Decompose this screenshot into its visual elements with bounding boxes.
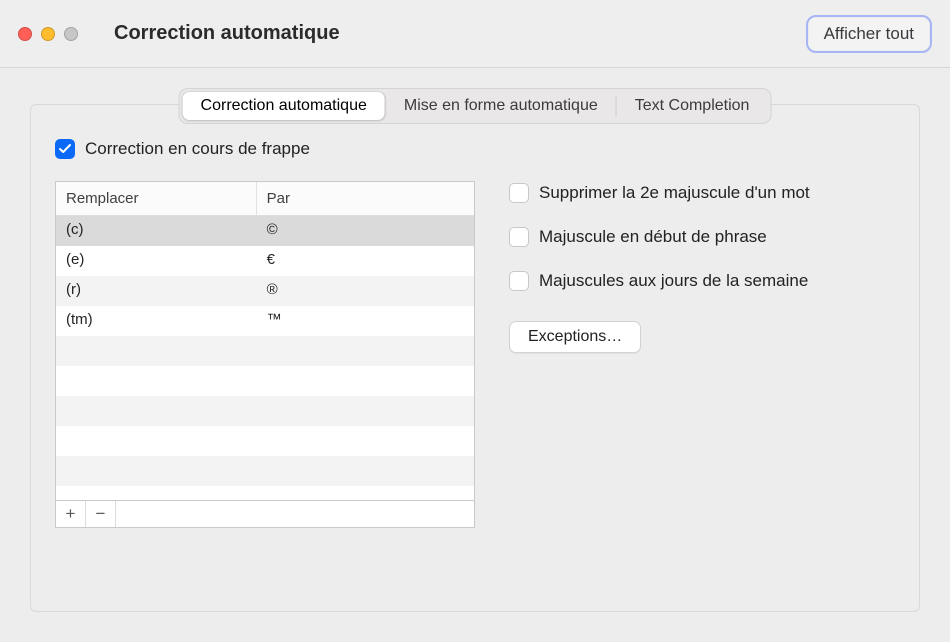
days-cap-checkbox[interactable]: Majuscules aux jours de la semaine [509, 271, 895, 291]
exceptions-button[interactable]: Exceptions… [509, 321, 641, 353]
cell-by [257, 456, 474, 486]
title-bar: Correction automatique Afficher tout [0, 0, 950, 68]
cell-by: © [257, 216, 474, 246]
cell-replace: (r) [56, 276, 257, 306]
table-row[interactable] [56, 426, 474, 456]
show-all-button[interactable]: Afficher tout [806, 15, 932, 53]
checkbox-icon [509, 271, 529, 291]
cell-by [257, 366, 474, 396]
table-row[interactable] [56, 486, 474, 500]
cell-replace [56, 486, 257, 500]
zoom-window-icon[interactable] [64, 27, 78, 41]
table-row[interactable] [56, 456, 474, 486]
checkbox-icon [55, 139, 75, 159]
tab-text-completion[interactable]: Text Completion [617, 92, 768, 120]
table-footer: + − [55, 501, 475, 528]
table-row[interactable] [56, 366, 474, 396]
cell-replace [56, 396, 257, 426]
table-row[interactable] [56, 396, 474, 426]
days-cap-label: Majuscules aux jours de la semaine [539, 271, 808, 291]
cell-by [257, 426, 474, 456]
minimize-window-icon[interactable] [41, 27, 55, 41]
cell-by [257, 486, 474, 500]
table-row[interactable]: (c)© [56, 216, 474, 246]
sentence-cap-label: Majuscule en début de phrase [539, 227, 767, 247]
cell-replace [56, 456, 257, 486]
cell-replace: (c) [56, 216, 257, 246]
cell-by [257, 336, 474, 366]
double-cap-label: Supprimer la 2e majuscule d'un mot [539, 183, 810, 203]
cell-by: € [257, 246, 474, 276]
add-row-button[interactable]: + [56, 501, 86, 527]
column-header-by[interactable]: Par [257, 182, 474, 215]
window-title: Correction automatique [114, 22, 340, 45]
replacements-table[interactable]: Remplacer Par (c)©(e)€(r)®(tm)™ [55, 181, 475, 501]
table-header: Remplacer Par [56, 182, 474, 216]
cell-replace [56, 366, 257, 396]
typing-replace-checkbox[interactable]: Correction en cours de frappe [55, 139, 475, 159]
cell-replace [56, 426, 257, 456]
minus-icon: − [96, 504, 106, 524]
table-row[interactable]: (tm)™ [56, 306, 474, 336]
typing-replace-label: Correction en cours de frappe [85, 139, 310, 159]
cell-replace: (tm) [56, 306, 257, 336]
preferences-group: Correction automatique Mise en forme aut… [30, 104, 920, 612]
content-area: Correction automatique Mise en forme aut… [0, 68, 950, 642]
sentence-cap-checkbox[interactable]: Majuscule en début de phrase [509, 227, 895, 247]
cell-replace: (e) [56, 246, 257, 276]
tab-bar: Correction automatique Mise en forme aut… [179, 88, 772, 124]
column-header-replace[interactable]: Remplacer [56, 182, 257, 215]
table-row[interactable] [56, 336, 474, 366]
double-cap-checkbox[interactable]: Supprimer la 2e majuscule d'un mot [509, 183, 895, 203]
plus-icon: + [66, 504, 76, 524]
cell-by: ® [257, 276, 474, 306]
checkbox-icon [509, 183, 529, 203]
table-row[interactable]: (r)® [56, 276, 474, 306]
checkbox-icon [509, 227, 529, 247]
table-row[interactable]: (e)€ [56, 246, 474, 276]
close-window-icon[interactable] [18, 27, 32, 41]
cell-by: ™ [257, 306, 474, 336]
tab-autoformat[interactable]: Mise en forme automatique [386, 92, 616, 120]
cell-by [257, 396, 474, 426]
cell-replace [56, 336, 257, 366]
remove-row-button[interactable]: − [86, 501, 116, 527]
tab-autocorrect[interactable]: Correction automatique [183, 92, 385, 120]
traffic-lights [18, 27, 78, 41]
